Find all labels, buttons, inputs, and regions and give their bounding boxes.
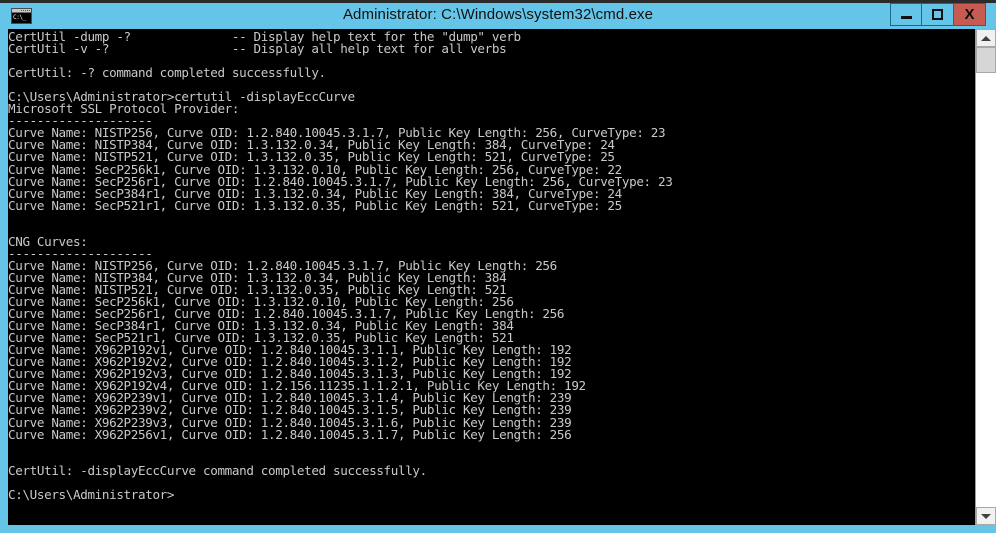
minimize-button[interactable] — [890, 3, 922, 26]
close-button[interactable]: X — [954, 3, 986, 26]
console-output-area[interactable]: CertUtil -dump -? -- Display help text f… — [8, 29, 975, 525]
window-title: Administrator: C:\Windows\system32\cmd.e… — [342, 6, 654, 23]
close-icon: X — [964, 6, 975, 23]
window-body: CertUtil -dump -? -- Display help text f… — [0, 29, 996, 533]
cmd-console-icon[interactable]: C:\_ — [11, 8, 32, 24]
chevron-up-icon — [981, 35, 991, 41]
cmd-window: C:\_ Administrator: C:\Windows\system32\… — [0, 0, 996, 533]
scrollbar-down-button[interactable] — [976, 507, 996, 525]
scrollbar-up-button[interactable] — [976, 29, 996, 47]
scrollbar-track[interactable] — [976, 47, 996, 507]
vertical-scrollbar[interactable] — [975, 29, 996, 525]
maximize-icon — [932, 9, 943, 20]
scrollbar-thumb[interactable] — [976, 47, 996, 73]
cmd-icon-prompt-text: C:\_ — [12, 13, 31, 23]
console-text: CertUtil -dump -? -- Display help text f… — [8, 29, 673, 502]
chevron-down-icon — [981, 513, 991, 519]
maximize-button[interactable] — [922, 3, 954, 26]
title-bar[interactable]: C:\_ Administrator: C:\Windows\system32\… — [0, 0, 996, 29]
window-controls: X — [890, 3, 986, 26]
cmd-icon-titlebar — [12, 9, 31, 13]
titlebar-top-shade — [0, 0, 996, 3]
minimize-icon — [900, 15, 912, 19]
left-window-border — [0, 29, 8, 525]
